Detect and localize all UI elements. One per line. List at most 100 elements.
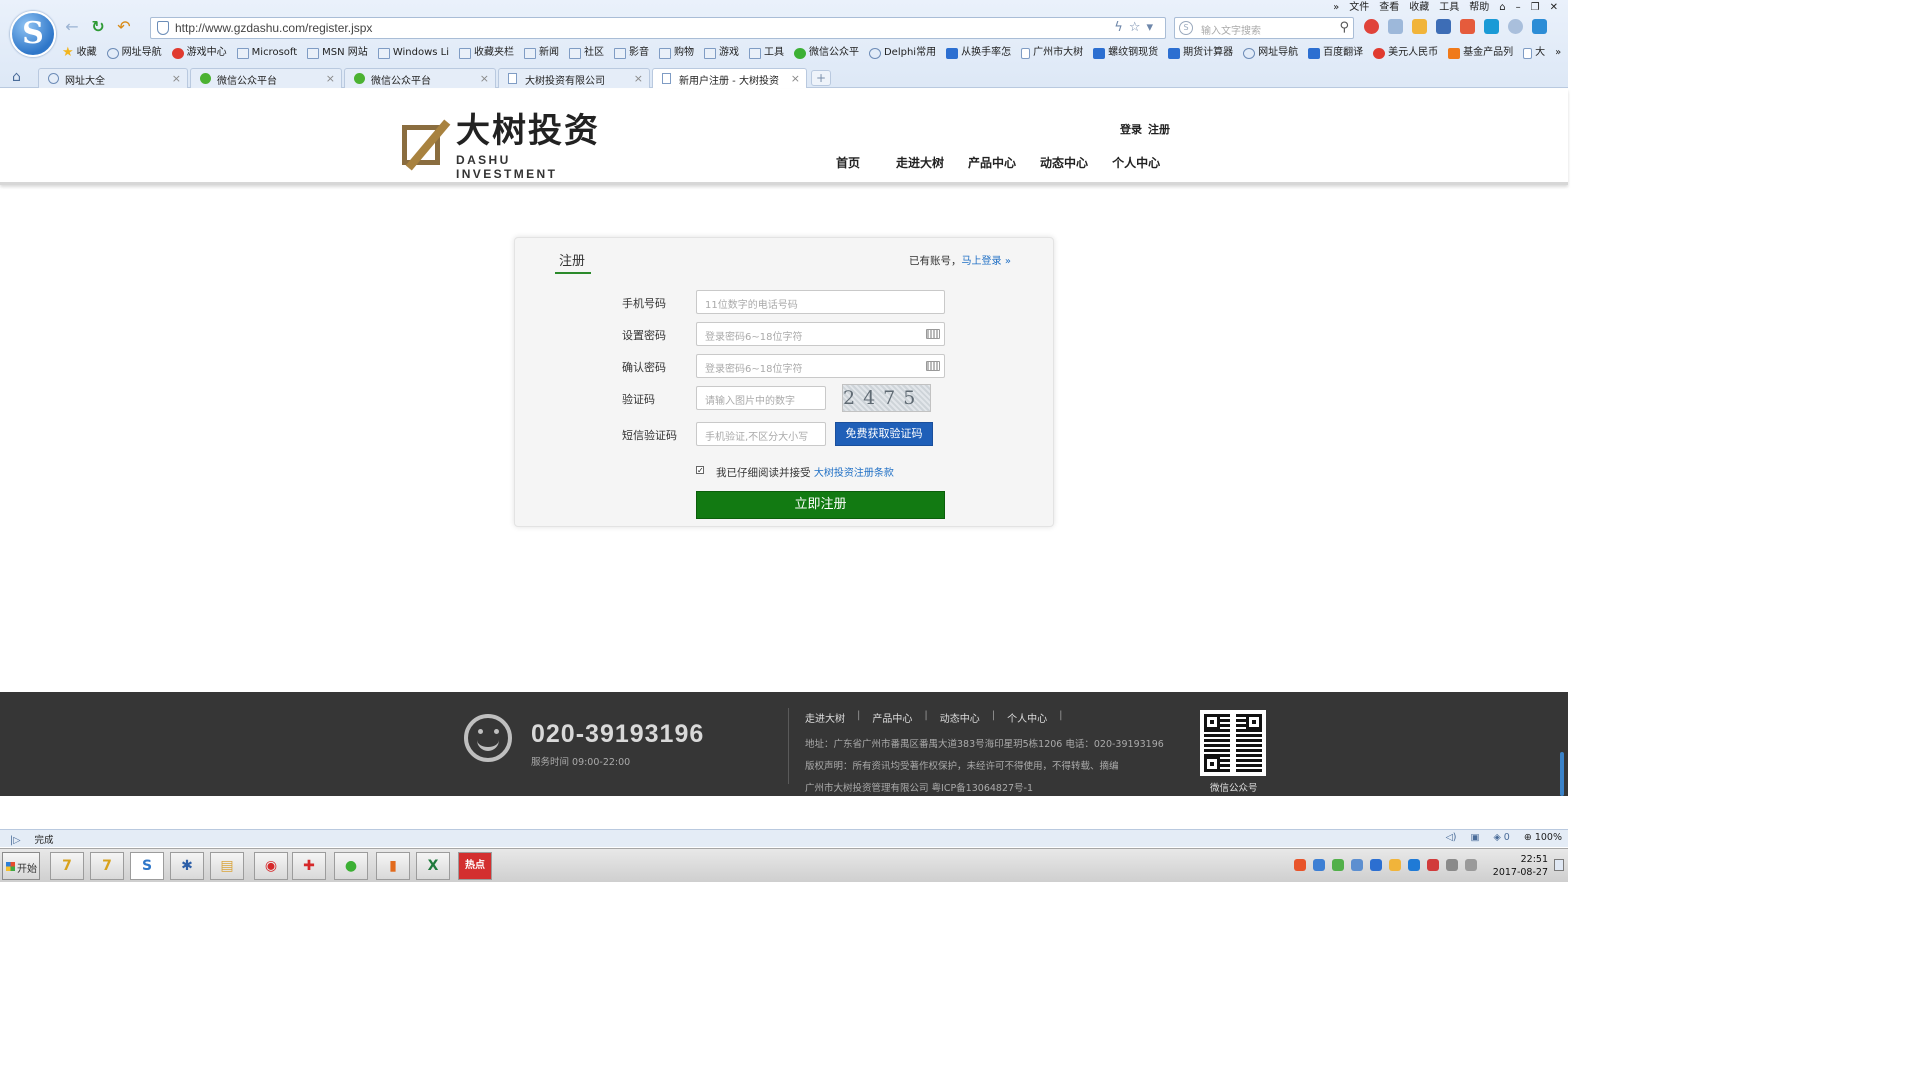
favorite-item[interactable]: 收藏夹栏 (458, 44, 514, 62)
captcha-image[interactable]: 2475 (842, 384, 931, 412)
home-icon[interactable]: ⌂ (12, 69, 21, 85)
shield-tray-icon[interactable] (1313, 859, 1325, 871)
browser-logo-icon[interactable]: S (10, 11, 56, 57)
favorite-item[interactable]: 工具 (748, 44, 784, 62)
sogou-browser-icon[interactable]: S (130, 852, 164, 880)
favorite-item[interactable]: 社区 (568, 44, 604, 62)
nav-about[interactable]: 走进大树 (896, 154, 944, 171)
site-logo[interactable]: 大树投资 DASHU INVESTMENT (400, 109, 610, 181)
game-icon[interactable]: ✚ (292, 852, 326, 880)
menu-help[interactable]: 帮助 (1469, 1, 1489, 15)
qq-icon[interactable] (1389, 859, 1401, 871)
nav-account[interactable]: 个人中心 (1112, 154, 1160, 171)
system-clock[interactable]: 22:51 2017-08-27 (1493, 853, 1548, 879)
stock-app-icon[interactable]: ▮ (376, 852, 410, 880)
footer-link-news[interactable]: 动态中心 (940, 710, 980, 725)
tab-2[interactable]: 微信公众平台 × (344, 68, 496, 88)
nav-home[interactable]: 首页 (836, 154, 860, 171)
menu-tools[interactable]: 工具 (1439, 1, 1459, 15)
notes-icon[interactable] (1412, 19, 1427, 34)
password-input[interactable]: 登录密码6~18位字符 (696, 322, 945, 346)
antivirus-icon[interactable] (1427, 859, 1439, 871)
favorite-item[interactable]: 美元人民币 (1373, 44, 1438, 62)
terms-link[interactable]: 大树投资注册条款 (814, 468, 894, 479)
scissors-icon[interactable] (1436, 19, 1451, 34)
address-url[interactable]: http://www.gzdashu.com/register.jspx (175, 21, 372, 35)
app-7b-icon[interactable]: 7 (90, 852, 124, 880)
favorite-item[interactable]: 游戏中心 (171, 44, 227, 62)
network-icon[interactable] (1332, 859, 1344, 871)
ime-icon[interactable] (1294, 859, 1306, 871)
favorite-item[interactable]: 广州市大树 (1021, 44, 1083, 62)
keyboard-icon[interactable] (926, 361, 940, 371)
delphi-icon[interactable]: ✱ (170, 852, 204, 880)
menu-favorites[interactable]: 收藏 (1409, 1, 1429, 15)
close-window-icon[interactable]: ✕ (1550, 1, 1558, 15)
confirm-password-input[interactable]: 登录密码6~18位字符 (696, 354, 945, 378)
chevron-right-icon[interactable]: » (1005, 256, 1011, 267)
tab-4-active[interactable]: 新用户注册 - 大树投资 × (652, 68, 807, 88)
favorite-item[interactable]: 购物 (658, 44, 694, 62)
favorite-item[interactable]: MSN 网站 (307, 44, 368, 62)
search-icon[interactable]: ⚲ (1339, 20, 1349, 35)
tab-1[interactable]: 微信公众平台 × (190, 68, 342, 88)
favorite-item[interactable]: 期货计算器 (1168, 44, 1233, 62)
skin-icon[interactable]: ⌂ (1499, 1, 1505, 15)
tv-app-icon[interactable]: ◉ (254, 852, 288, 880)
translate-icon[interactable] (1460, 19, 1475, 34)
bookmark-star-icon[interactable]: ☆ (1129, 20, 1147, 35)
undo-icon[interactable]: ↶ (114, 17, 134, 36)
favorite-item[interactable]: 新闻 (523, 44, 559, 62)
dropdown-icon[interactable]: ▾ (1146, 20, 1159, 35)
address-bar[interactable]: http://www.gzdashu.com/register.jspx ϟ☆▾ (150, 17, 1166, 39)
globe-ext-icon[interactable] (1508, 19, 1523, 34)
block-icon[interactable] (1364, 19, 1379, 34)
minimize-icon[interactable]: – (1516, 1, 1521, 15)
page-scrollbar[interactable] (1560, 752, 1564, 796)
sidebar-toggle-icon[interactable]: |▷ (10, 835, 21, 846)
favorite-item[interactable]: 影音 (613, 44, 649, 62)
sms-code-input[interactable]: 手机验证,不区分大小写 (696, 422, 826, 446)
footer-link-products[interactable]: 产品中心 (872, 710, 912, 725)
back-icon[interactable]: ← (62, 17, 82, 36)
register-submit-button[interactable]: 立即注册 (696, 491, 945, 519)
close-icon[interactable]: × (172, 72, 181, 85)
hot-news-icon[interactable]: 热点 (458, 852, 492, 880)
new-tab-button[interactable]: + (811, 70, 831, 86)
favorite-item[interactable]: 从换手率怎 (946, 44, 1011, 62)
app-7-icon[interactable]: 7 (50, 852, 84, 880)
close-icon[interactable]: × (326, 72, 335, 85)
keyboard-icon[interactable] (926, 329, 940, 339)
tab-3[interactable]: 大树投资有限公司 × (498, 68, 650, 88)
nav-news[interactable]: 动态中心 (1040, 154, 1088, 171)
toolbox-icon[interactable]: ▣ (1470, 832, 1479, 843)
security-badge[interactable]: ◈ 0 (1493, 832, 1509, 843)
menu-view[interactable]: 查看 (1379, 1, 1399, 15)
windows-icon[interactable] (1351, 859, 1363, 871)
close-icon[interactable]: × (480, 72, 489, 85)
favorite-item[interactable]: 网址导航 (1243, 44, 1298, 62)
volume-icon[interactable]: ◁) (1445, 832, 1456, 843)
excel-icon[interactable]: X (416, 852, 450, 880)
volume-tray-icon[interactable] (1465, 859, 1477, 871)
favorite-item[interactable]: Microsoft (236, 44, 297, 62)
captcha-input[interactable]: 请输入图片中的数字 (696, 386, 826, 410)
footer-link-about[interactable]: 走进大树 (805, 710, 845, 725)
show-desktop-button[interactable] (1554, 859, 1564, 871)
explorer-icon[interactable]: ▤ (210, 852, 244, 880)
favorite-item[interactable]: Windows Li (377, 44, 449, 62)
register-link[interactable]: 注册 (1148, 123, 1170, 136)
phone-input[interactable]: 11位数字的电话号码 (696, 290, 945, 314)
favorites-overflow-icon[interactable]: » (1555, 44, 1561, 62)
download-icon[interactable] (1532, 19, 1547, 34)
search-engine-icon[interactable]: S (1179, 21, 1193, 35)
favorite-item[interactable]: 百度翻译 (1308, 44, 1363, 62)
favorite-item[interactable]: 螺纹钢现货 (1093, 44, 1158, 62)
update-icon[interactable] (1408, 859, 1420, 871)
wechat-icon[interactable]: ● (334, 852, 368, 880)
get-sms-code-button[interactable]: 免费获取验证码 (835, 422, 933, 446)
monitor-icon[interactable] (1370, 859, 1382, 871)
favorite-item[interactable]: 游戏 (703, 44, 739, 62)
footer-link-account[interactable]: 个人中心 (1007, 710, 1047, 725)
close-icon[interactable]: × (634, 72, 643, 85)
